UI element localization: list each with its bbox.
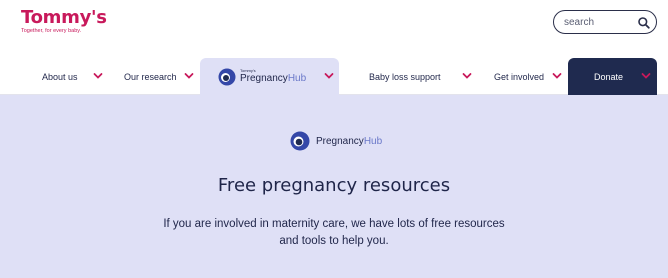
pregnancy-hub-icon (290, 131, 310, 151)
hub-mini-main: Pregnancy (240, 73, 288, 84)
logo-tagline: Together, for every baby. (21, 28, 82, 34)
hero-logo-text: PregnancyHub (316, 136, 382, 147)
chevron-down-icon[interactable] (641, 72, 651, 80)
nav-item-about-us[interactable]: About us (0, 58, 114, 95)
hero-subtitle-line2: and tools to help you. (279, 235, 389, 247)
main-nav: About us Our research Tommy's PregnancyH… (0, 58, 668, 95)
nav-item-label: Baby loss support (369, 72, 441, 82)
pregnancy-hub-wordmark: Tommy's PregnancyHub (240, 68, 306, 84)
nav-item-pregnancy-hub[interactable]: Tommy's PregnancyHub (200, 58, 339, 95)
search-input[interactable] (564, 14, 632, 30)
donate-label: Donate (594, 72, 624, 82)
hero-logo-main: Pregnancy (316, 135, 364, 147)
nav-item-label: About us (42, 72, 78, 82)
hub-mini-title: PregnancyHub (240, 73, 306, 84)
chevron-down-icon[interactable] (324, 72, 334, 80)
nav-item-label: Get involved (494, 72, 545, 82)
nav-item-get-involved[interactable]: Get involved (482, 58, 568, 95)
nav-item-donate[interactable]: Donate (568, 58, 657, 95)
nav-item-label: Our research (124, 72, 177, 82)
pregnancy-hub-icon (218, 68, 236, 86)
chevron-down-icon[interactable] (552, 72, 562, 80)
logo-wordmark: Tommy's (21, 7, 107, 28)
chevron-down-icon[interactable] (462, 72, 472, 80)
chevron-down-icon[interactable] (93, 72, 103, 80)
nav-item-baby-loss-support[interactable]: Baby loss support (339, 58, 482, 95)
hero-logo-accent: Hub (363, 135, 383, 147)
search-box[interactable] (553, 10, 657, 34)
pregnancy-hub-logo: PregnancyHub (290, 131, 382, 151)
hub-mini-accent: Hub (287, 73, 307, 84)
search-icon[interactable] (637, 16, 651, 30)
tommys-logo[interactable]: Tommy's Together, for every baby. (21, 8, 107, 35)
nav-item-our-research[interactable]: Our research (114, 58, 200, 95)
chevron-down-icon[interactable] (184, 72, 194, 80)
hero-section: PregnancyHub Free pregnancy resources If… (0, 95, 668, 278)
site-header: Tommy's Together, for every baby. (0, 0, 668, 58)
hero-subtitle-line1: If you are involved in maternity care, w… (163, 218, 505, 230)
hero-subtitle: If you are involved in maternity care, w… (110, 216, 558, 250)
page-title: Free pregnancy resources (217, 175, 451, 196)
